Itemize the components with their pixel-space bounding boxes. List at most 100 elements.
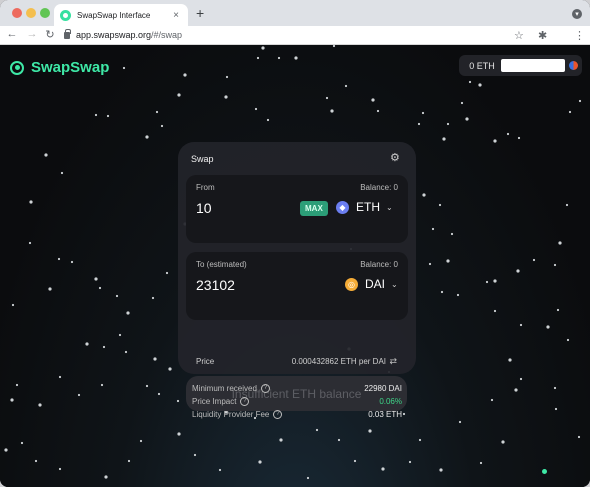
forward-arrow-icon[interactable]: → [26,28,38,40]
maximize-window-button[interactable] [40,8,50,18]
back-arrow-icon[interactable]: ← [6,28,18,40]
tab-close-icon[interactable]: × [170,10,182,21]
star [77,393,81,397]
to-token-select[interactable]: ◎ DAI ⌄ [345,277,398,291]
star [332,45,336,48]
tab-search-icon[interactable]: ▾ [572,9,582,19]
star [57,257,61,261]
star [460,101,464,105]
star [428,262,432,266]
star [553,386,557,390]
star [458,420,462,424]
star [553,263,557,267]
dai-icon: ◎ [345,277,358,291]
star [106,114,110,118]
star [48,287,52,291]
eth-icon: ◆ [336,200,349,214]
reload-icon[interactable]: ↻ [44,28,56,41]
star [376,109,380,113]
app-logo[interactable]: SwapSwap [10,59,109,76]
star [153,357,157,361]
browser-window: SwapSwap Interface × + ▾ ← → ↻ app.swaps… [0,0,590,487]
star [256,56,260,60]
address-bar[interactable]: app.swapswap.org/#/swap [64,28,182,40]
star [485,280,489,284]
star [15,383,19,387]
star [225,75,229,79]
detail-value: 0.06% [379,397,402,406]
wallet-address[interactable] [501,59,565,72]
logo-icon [10,60,24,75]
star [439,468,443,472]
settings-gear-icon[interactable]: ⚙ [390,152,402,164]
star [277,56,281,60]
network-status [542,469,547,474]
star [431,227,435,231]
star [501,440,505,444]
star [568,110,572,114]
star [493,279,497,283]
star [60,171,64,175]
info-icon[interactable]: ? [273,410,283,419]
swap-card: Swap ⚙ From Balance: 0 10 MAX ◆ ETH ⌄ To… [178,142,416,411]
detail-row-price-impact: Price Impact? 0.06% [192,397,402,410]
wallet-avatar-icon [569,61,578,70]
star [34,459,38,463]
star [94,113,98,117]
star [58,467,62,471]
star [102,345,106,349]
star [168,367,172,371]
price-value: 0.000432862 ETH per DAI [291,357,386,366]
star [177,93,181,97]
browser-tab[interactable]: SwapSwap Interface × [54,4,188,26]
star [325,96,329,100]
star [254,107,258,111]
from-panel: From Balance: 0 10 MAX ◆ ETH ⌄ [186,175,408,243]
star [421,111,425,115]
star [516,269,520,273]
star [578,99,582,103]
info-icon[interactable]: ? [260,384,270,393]
star [446,122,450,126]
info-icon[interactable]: ? [240,397,250,406]
star [371,98,375,102]
from-amount-input[interactable]: 10 [196,200,212,216]
browser-menu-icon[interactable]: ⋮ [574,29,585,42]
url-host: app.swapswap.org [76,30,152,40]
star [94,277,98,281]
extensions-icon[interactable]: ✱ [538,29,547,42]
bookmark-star-icon[interactable]: ☆ [514,29,524,42]
minimize-window-button[interactable] [26,8,36,18]
swap-page: SwapSwap 0 ETH Swap ⚙ From Balance: 0 10… [0,45,590,487]
detail-value: 0.03 ETH [368,410,402,419]
star [224,95,228,99]
star [160,124,164,128]
invert-price-icon[interactable]: ⇄ [389,356,397,367]
chevron-down-icon: ⌄ [386,202,393,212]
from-token-select[interactable]: ◆ ETH ⌄ [336,200,393,214]
star [514,388,518,392]
star [294,56,298,60]
star [353,459,357,463]
star [122,66,126,70]
wallet-widget[interactable]: 0 ETH [459,55,582,76]
star [266,118,270,122]
detail-row-liquidity-fee: Liquidity Provider Fee? 0.03 ETH [192,410,402,423]
star [315,428,319,432]
to-amount-input[interactable]: 23102 [196,277,235,293]
star [155,110,159,114]
star [258,460,262,464]
from-label: From [196,183,215,192]
star [546,325,550,329]
star [100,383,104,387]
star [577,435,581,439]
star [422,193,426,197]
star [493,139,497,143]
close-window-button[interactable] [12,8,22,18]
star [556,308,560,312]
detail-label: Price Impact? [192,397,250,406]
lock-icon [64,28,71,39]
star [446,259,450,263]
max-button[interactable]: MAX [300,201,328,216]
new-tab-button[interactable]: + [196,5,204,21]
